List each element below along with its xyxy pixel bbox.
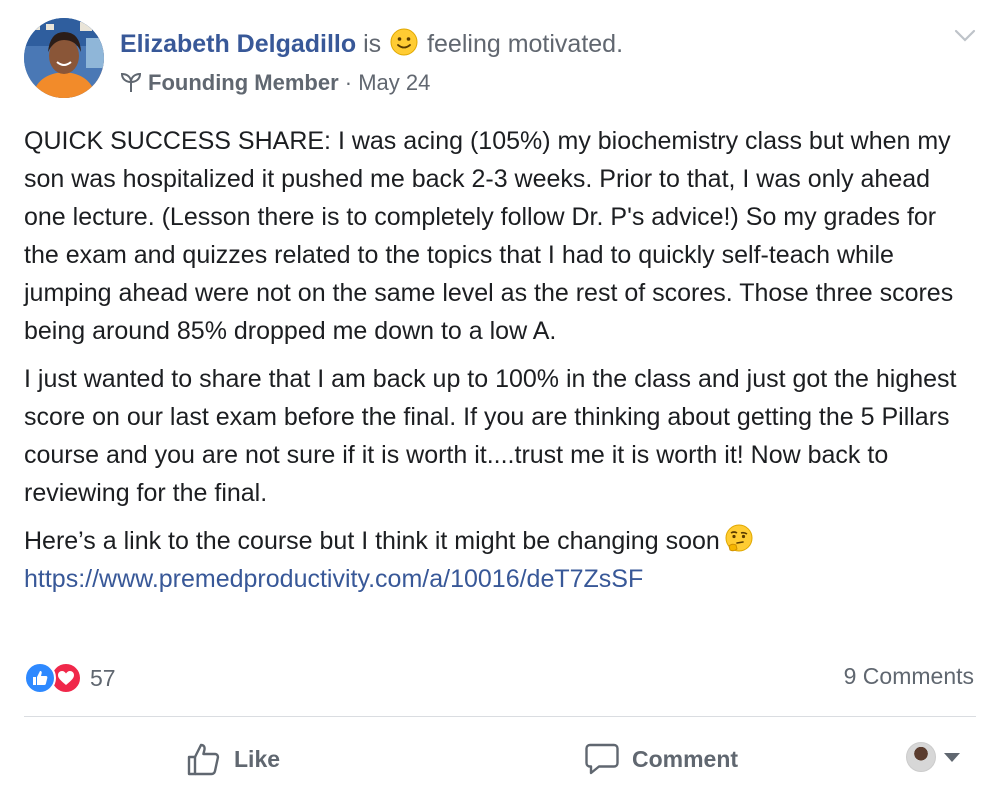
comments-count[interactable]: 9 Comments <box>844 663 974 690</box>
reaction-count[interactable]: 57 <box>90 665 116 692</box>
reactions-summary[interactable]: 57 <box>24 662 116 694</box>
author-avatar[interactable] <box>24 18 104 98</box>
post-card: Elizabeth Delgadillo is feeling motivate… <box>0 0 998 796</box>
thinking-face-emoji-icon <box>725 524 753 552</box>
post-paragraph: Here’s a link to the course but I think … <box>24 522 974 598</box>
post-paragraph: QUICK SUCCESS SHARE: I was acing (105%) … <box>24 127 954 345</box>
post-meta: Founding Member · May 24 <box>120 68 430 98</box>
audience-selector[interactable] <box>906 742 960 772</box>
member-role: Founding Member <box>148 70 339 95</box>
chevron-down-icon[interactable] <box>954 28 976 44</box>
post-date[interactable]: May 24 <box>358 70 430 95</box>
caret-down-icon <box>944 752 960 762</box>
feeling-text[interactable]: feeling motivated. <box>427 30 623 58</box>
viewer-avatar <box>906 742 936 772</box>
comment-label: Comment <box>632 745 739 772</box>
is-text: is <box>363 30 382 58</box>
comment-bubble-icon <box>585 743 619 775</box>
course-link[interactable]: https://www.premedproductivity.com/a/100… <box>24 565 643 593</box>
thumbs-up-icon <box>24 662 56 694</box>
author-name[interactable]: Elizabeth Delgadillo <box>120 30 356 58</box>
divider <box>24 716 976 717</box>
sprout-icon <box>120 72 142 92</box>
like-label: Like <box>234 745 281 772</box>
post-header: Elizabeth Delgadillo is feeling motivate… <box>120 28 623 60</box>
meta-separator: · <box>344 70 353 95</box>
slightly-smiling-emoji-icon <box>390 28 418 56</box>
like-icon <box>187 743 220 776</box>
comment-button[interactable]: Comment <box>584 738 738 780</box>
post-paragraph: I just wanted to share that I am back up… <box>24 365 957 507</box>
like-button[interactable]: Like <box>186 738 280 780</box>
link-intro-text: Here’s a link to the course but I think … <box>24 527 720 555</box>
post-body: QUICK SUCCESS SHARE: I was acing (105%) … <box>24 122 974 608</box>
